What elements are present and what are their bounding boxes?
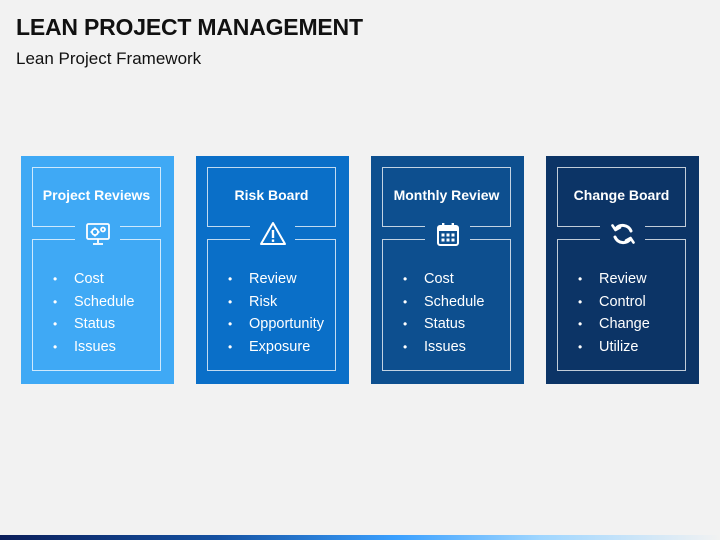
list-item: • Schedule <box>53 293 135 310</box>
card-item-list: • Review • Risk • Opportunity • Exposure <box>208 268 335 358</box>
card-risk-board: Risk Board • Review • Risk • Opportunity • E… <box>196 156 349 384</box>
card-title: Project Reviews <box>42 187 151 203</box>
card-body: • Cost • Schedule • Status • Issues <box>382 239 511 371</box>
list-item: • Review <box>228 271 297 287</box>
list-item: • Review <box>578 271 647 287</box>
card-project-reviews: Project Reviews • Cost • Schedule • Status … <box>21 156 174 384</box>
list-item: • Opportunity <box>228 316 324 332</box>
warning-icon <box>250 216 295 252</box>
list-item: • Issues <box>53 338 116 355</box>
list-item: • Issues <box>403 338 466 355</box>
card-change-board: Change Board • Review • Control • Change • U… <box>546 156 699 384</box>
list-item: • Control <box>578 293 646 310</box>
list-item: • Change <box>578 316 650 332</box>
card-monthly-review: Monthly Review • Cost • Schedule • Status •… <box>371 156 524 384</box>
card-title: Risk Board <box>234 187 309 203</box>
refresh-icon <box>600 216 645 252</box>
list-item: • Risk <box>228 293 278 310</box>
card-title: Change Board <box>573 187 670 203</box>
list-item: • Status <box>403 316 466 332</box>
list-item: • Status <box>53 316 116 332</box>
slide-title: LEAN PROJECT MANAGEMENT <box>16 14 363 40</box>
calendar-icon <box>425 216 470 252</box>
slide-subtitle: Lean Project Framework <box>16 49 202 68</box>
list-item: • Cost <box>53 271 104 287</box>
card-body: • Review • Risk • Opportunity • Exposure <box>207 239 336 371</box>
card-body: • Cost • Schedule • Status • Issues <box>32 239 161 371</box>
list-item: • Exposure <box>228 338 311 355</box>
list-item: • Cost <box>403 271 454 287</box>
card-item-list: • Cost • Schedule • Status • Issues <box>383 268 510 358</box>
monitor-gear-icon <box>75 216 120 252</box>
card-item-list: • Review • Control • Change • Utilize <box>558 268 685 358</box>
list-item: • Schedule <box>403 293 485 310</box>
bottom-accent-bar <box>0 535 720 540</box>
card-title: Monthly Review <box>393 187 500 203</box>
card-item-list: • Cost • Schedule • Status • Issues <box>33 268 160 358</box>
card-body: • Review • Control • Change • Utilize <box>557 239 686 371</box>
list-item: • Utilize <box>578 338 639 355</box>
